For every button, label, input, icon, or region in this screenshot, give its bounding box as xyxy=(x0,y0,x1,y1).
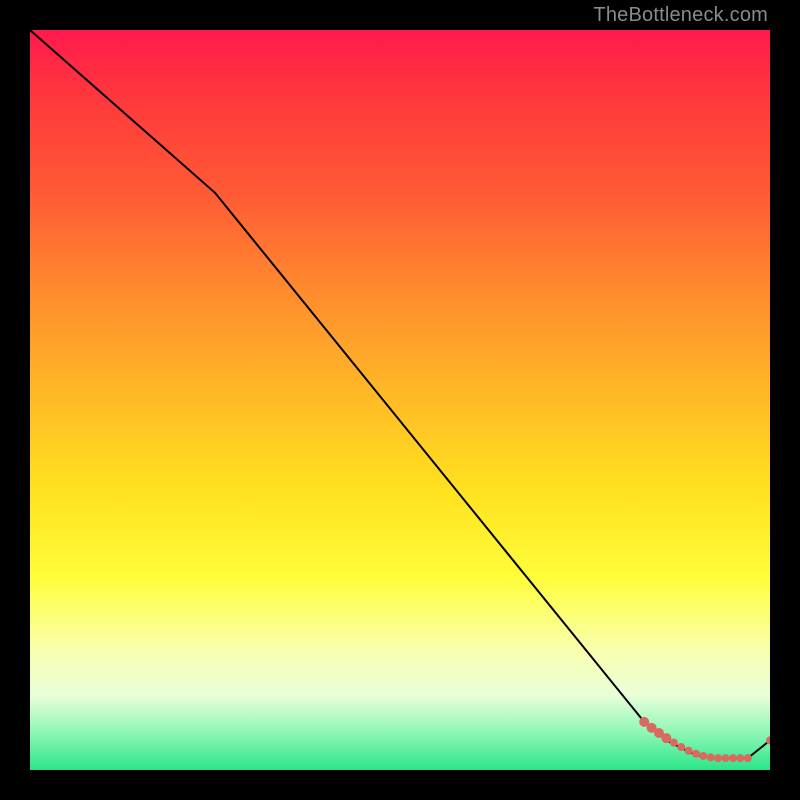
highlight-dot xyxy=(685,747,693,755)
highlight-dot xyxy=(744,754,752,762)
highlight-dot xyxy=(661,733,671,743)
plot-area xyxy=(30,30,770,770)
highlight-dot xyxy=(729,754,737,762)
bottleneck-curve xyxy=(30,30,770,758)
highlight-dot xyxy=(699,752,707,760)
highlight-dot xyxy=(722,754,730,762)
highlight-dot xyxy=(714,754,722,762)
line-overlay xyxy=(30,30,770,770)
highlight-dot xyxy=(670,739,678,747)
highlight-dot xyxy=(692,750,700,758)
watermark-text: TheBottleneck.com xyxy=(593,4,768,27)
highlight-dot xyxy=(736,754,744,762)
chart-container: TheBottleneck.com xyxy=(0,0,800,800)
highlight-dot xyxy=(707,753,715,761)
highlight-dot xyxy=(677,743,685,751)
